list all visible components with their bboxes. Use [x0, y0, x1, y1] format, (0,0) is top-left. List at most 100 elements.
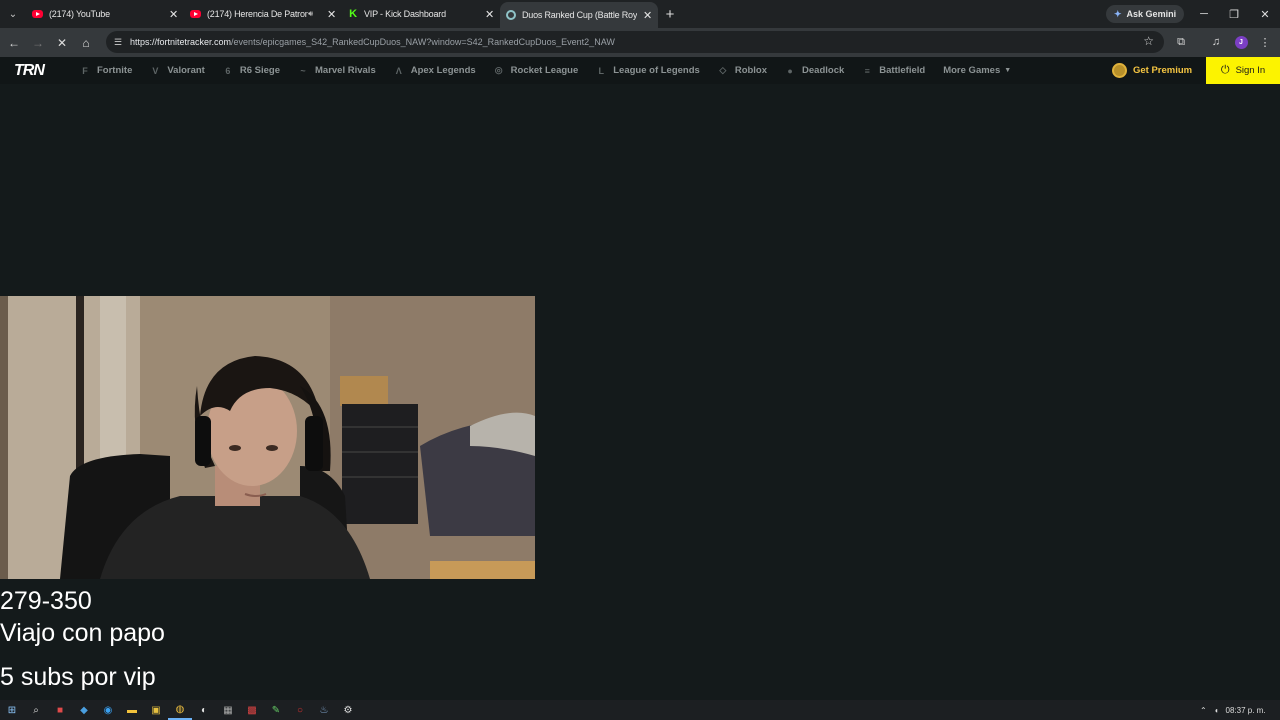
browser-tab[interactable]: (2174) YouTube ✕	[26, 0, 184, 28]
extensions-icon[interactable]: ⧉	[1170, 30, 1192, 54]
close-tab-icon[interactable]: ✕	[327, 8, 336, 21]
premium-coin-icon	[1112, 63, 1127, 78]
overlay-score-text: 279-350	[0, 587, 92, 615]
obs-icon[interactable]: ◐	[192, 700, 216, 720]
close-tab-icon[interactable]: ✕	[485, 8, 494, 21]
gemini-icon: ✦	[1114, 8, 1122, 19]
trn-logo[interactable]: TRN	[14, 62, 58, 80]
tab-title: Duos Ranked Cup (Battle Royal	[522, 10, 637, 20]
youtube-icon	[190, 10, 201, 18]
minimize-icon[interactable]: ─	[1189, 0, 1219, 28]
url-text: https://fortnitetracker.com/events/epicg…	[130, 37, 615, 47]
browser-tab[interactable]: K VIP - Kick Dashboard ✕	[342, 0, 500, 28]
app-icon-green[interactable]: ✎	[264, 700, 288, 720]
restore-icon[interactable]: ❐	[1219, 0, 1249, 28]
bookmark-star-icon[interactable]: ☆	[1143, 34, 1154, 48]
close-window-icon[interactable]: ✕	[1250, 0, 1280, 28]
nav-item-apex-legends[interactable]: Λ Apex Legends	[394, 65, 476, 76]
system-tray: ⌃ ◐ 08:37 p. m.	[1200, 700, 1266, 720]
profile-avatar[interactable]: J	[1230, 30, 1252, 54]
kick-icon: K	[349, 8, 357, 20]
nav-item-valorant[interactable]: V Valorant	[150, 65, 205, 76]
power-icon: ⏻	[1220, 64, 1230, 76]
valorant-icon: V	[152, 65, 159, 76]
overlay-vip-text: 5 subs por vip	[0, 663, 156, 691]
app-icon-grid[interactable]: ▦	[216, 700, 240, 720]
marvel-rivals-icon: ~	[300, 65, 306, 76]
tray-network-icon[interactable]: ◐	[1215, 706, 1220, 715]
deadlock-icon: ●	[787, 65, 793, 76]
nav-item-label: R6 Siege	[239, 65, 280, 76]
ask-gemini-label: Ask Gemini	[1126, 9, 1177, 19]
taskbar-clock[interactable]: 08:37 p. m.	[1226, 706, 1266, 715]
app-icon-circle[interactable]: ○	[288, 700, 312, 720]
webcam-feed	[0, 296, 535, 579]
roblox-icon: ◇	[719, 65, 727, 75]
windows-taskbar: ⊞ ⌕ ■ ◆ ◉ ▬ ▣ ◍ ◐ ▦ ▩ ✎ ○ ♨ ⚙	[0, 700, 1280, 720]
tab-title: (2174) YouTube	[49, 9, 110, 19]
more-games-dropdown[interactable]: More Games ▼	[943, 65, 1011, 76]
chrome-icon[interactable]: ◍	[168, 700, 192, 720]
apex-icon: Λ	[395, 65, 402, 76]
close-tab-icon[interactable]: ✕	[643, 9, 652, 22]
game-nav: F Fortnite V Valorant 6 R6 Siege ~ Marvel Rival…	[62, 65, 925, 76]
browser-tab[interactable]: Duos Ranked Cup (Battle Royal ✕	[500, 2, 658, 28]
battlefield-icon: ≡	[864, 65, 870, 76]
windows-start-icon[interactable]: ⊞	[0, 700, 24, 720]
search-icon[interactable]: ⌕	[24, 700, 48, 720]
tab-title: (2174) Herencia De Patrone	[207, 9, 309, 19]
tab-strip: ⌄ (2174) YouTube ✕ (2174) Herencia De Patr…	[0, 0, 1280, 28]
forward-icon[interactable]: →	[26, 31, 50, 55]
nav-item-roblox[interactable]: ◇ Roblox	[718, 65, 767, 76]
site-navbar: TRN F Fortnite V Valorant 6 R6 Siege ~ Marvel R…	[0, 57, 1280, 84]
nav-item-battlefield[interactable]: ≡ Battlefield	[862, 65, 926, 76]
app-icon-yellow[interactable]: ▣	[144, 700, 168, 720]
nav-item-marvel-rivals[interactable]: ~ Marvel Rivals	[298, 65, 376, 76]
address-bar[interactable]: ☰ https://fortnitetracker.com/events/epi…	[106, 31, 1164, 53]
tab-list: (2174) YouTube ✕ (2174) Herencia De Patron…	[26, 0, 658, 28]
nav-item-deadlock[interactable]: ● Deadlock	[785, 65, 844, 76]
tray-chevron-up-icon[interactable]: ⌃	[1200, 706, 1207, 715]
fortnite-icon: F	[82, 65, 88, 76]
nav-item-label: Rocket League	[510, 65, 579, 76]
browser-menu-icon[interactable]: ⋮	[1254, 30, 1276, 54]
close-tab-icon[interactable]: ✕	[169, 8, 178, 21]
nav-item-label: Battlefield	[879, 65, 926, 76]
nav-item-label: Apex Legends	[410, 65, 476, 76]
media-controls-icon[interactable]: ♫	[1205, 30, 1227, 54]
nav-item-label: League of Legends	[613, 65, 700, 76]
edge-icon[interactable]: ◉	[96, 700, 120, 720]
youtube-icon	[32, 10, 43, 18]
nav-item-r6-siege[interactable]: 6 R6 Siege	[223, 65, 280, 76]
audio-playing-icon[interactable]: 🔊︎	[308, 9, 313, 19]
rocket-league-icon: ◎	[494, 65, 503, 75]
nav-item-league-of-legends[interactable]: L League of Legends	[596, 65, 700, 76]
lol-icon: L	[598, 65, 605, 76]
site-info-icon[interactable]: ☰	[114, 37, 128, 48]
sign-in-button[interactable]: ⏻ Sign In	[1206, 57, 1280, 84]
browser-tab[interactable]: (2174) Herencia De Patrone 🔊︎ ✕	[184, 0, 342, 28]
nav-item-label: Marvel Rivals	[315, 65, 376, 76]
fortnitetracker-icon	[506, 10, 516, 20]
nav-item-fortnite[interactable]: F Fortnite	[80, 65, 132, 76]
app-icon-blue[interactable]: ◆	[72, 700, 96, 720]
back-icon[interactable]: ←	[2, 31, 26, 55]
new-tab-button[interactable]: +	[658, 0, 682, 28]
tab-search-chevron-icon[interactable]: ⌄	[0, 0, 26, 28]
overlay-status-text: Viajo con papo	[0, 619, 165, 647]
nav-item-rocket-league[interactable]: ◎ Rocket League	[494, 65, 579, 76]
file-explorer-icon[interactable]: ▬	[120, 700, 144, 720]
get-premium-button[interactable]: Get Premium	[1112, 57, 1192, 84]
home-icon[interactable]: ⌂	[74, 31, 98, 55]
app-icon-red-2[interactable]: ▩	[240, 700, 264, 720]
caret-down-icon: ▼	[1004, 67, 1012, 74]
nav-item-label: Fortnite	[97, 65, 133, 76]
nav-item-label: Valorant	[167, 65, 205, 76]
ask-gemini-button[interactable]: ✦ Ask Gemini	[1106, 5, 1185, 23]
stop-loading-icon[interactable]: ✕	[50, 31, 74, 55]
settings-icon[interactable]: ⚙	[336, 700, 360, 720]
r6-icon: 6	[225, 65, 231, 76]
steam-icon[interactable]: ♨	[312, 700, 336, 720]
app-icon-red[interactable]: ■	[48, 700, 72, 720]
webcam-image	[0, 296, 535, 579]
